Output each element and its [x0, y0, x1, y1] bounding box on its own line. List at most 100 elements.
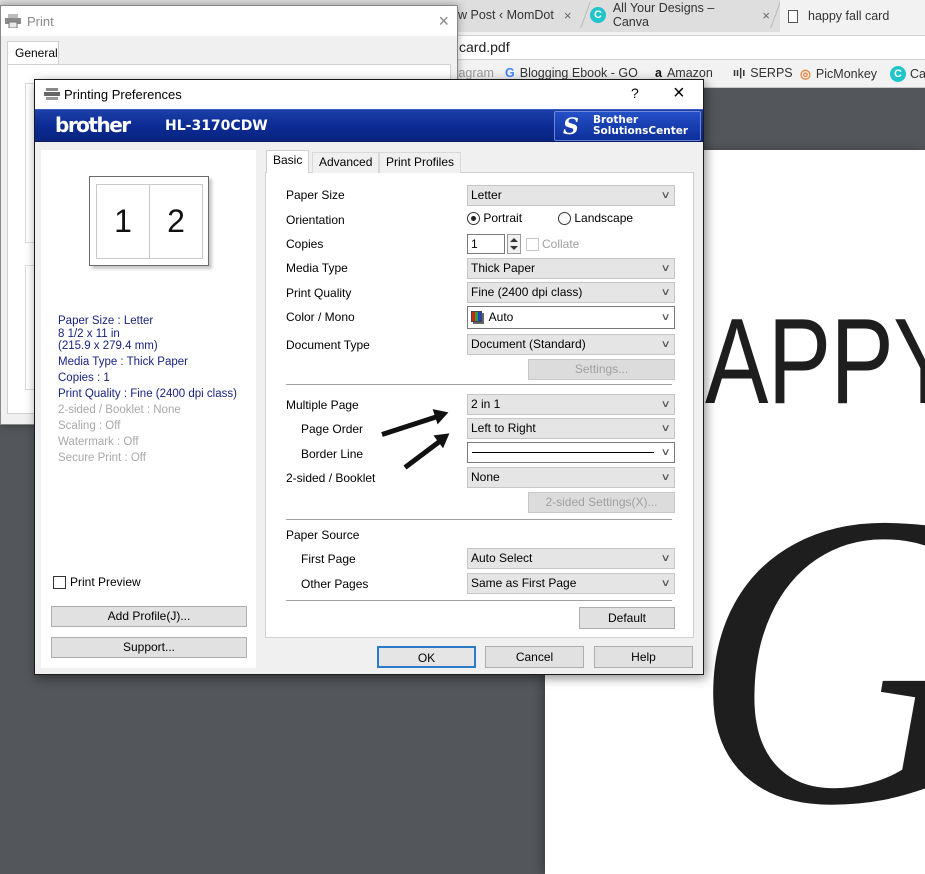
color-mono-label: Color / Mono [286, 310, 355, 324]
tab-label: All Your Designs – Canva [612, 1, 715, 29]
help-icon[interactable]: ? [631, 85, 639, 101]
paper-size-select[interactable]: Letter ∨ [467, 185, 675, 206]
summary-scaling: Scaling : Off [58, 420, 121, 432]
tab-basic[interactable]: Basic [266, 150, 310, 173]
preview-page-1: 1 [96, 184, 150, 259]
support-button[interactable]: Support... [51, 637, 247, 658]
address-input[interactable]: card.pdf [430, 35, 925, 60]
two-sided-value: None [471, 470, 500, 484]
chevron-down-icon: ∨ [660, 339, 671, 350]
browser-tab-momdot[interactable]: w Post ‹ MomDot × [458, 0, 578, 30]
print-preview-option[interactable]: Print Preview [53, 575, 141, 589]
tab-label: w Post ‹ MomDot [458, 8, 554, 22]
summary-watermark: Watermark : Off [58, 436, 139, 448]
close-icon[interactable]: × [673, 82, 685, 104]
paper-size-label: Paper Size [286, 188, 345, 202]
help-button[interactable]: Help [594, 646, 693, 668]
bookmark-label: Amazon [666, 66, 713, 80]
landscape-label: Landscape [574, 211, 634, 225]
close-icon[interactable]: × [762, 8, 770, 23]
other-pages-label: Other Pages [301, 577, 369, 591]
copies-input[interactable]: 1 [467, 234, 505, 254]
printer-model: HL-3170CDW [165, 118, 268, 134]
orientation-landscape-option[interactable]: Landscape [558, 211, 634, 226]
printer-icon [5, 14, 21, 28]
bookmark-serps[interactable]: ıı|ı SERPS [733, 66, 793, 80]
pdf-heading-text: APPY [705, 293, 925, 429]
page-order-select[interactable]: Left to Right ∨ [467, 418, 675, 439]
other-pages-select[interactable]: Same as First Page ∨ [467, 573, 675, 594]
page-layout-preview: 1 2 [89, 176, 209, 266]
bookmark-label: tagram [455, 66, 494, 80]
dialog-title: Printing Preferences [64, 87, 182, 102]
canva-icon: C [590, 7, 606, 23]
basic-tab-panel: Paper Size Letter ∨ Orientation Portrait… [265, 172, 694, 638]
brother-solutions-center-button[interactable]: S Brother SolutionsCenter [554, 111, 701, 141]
bookmark-picmonkey[interactable]: ◎ PicMonkey [800, 66, 877, 82]
settings-preview-panel: 1 2 Paper Size : Letter 8 1/2 x 11 in (2… [41, 150, 256, 668]
preview-page-2: 2 [149, 184, 203, 259]
add-profile-button[interactable]: Add Profile(J)... [51, 606, 247, 627]
chevron-down-icon: ∨ [660, 190, 671, 201]
two-sided-select[interactable]: None ∨ [467, 467, 675, 488]
border-line-select[interactable]: ∨ [467, 442, 675, 463]
document-type-select[interactable]: Document (Standard) ∨ [467, 334, 675, 355]
multiple-page-select[interactable]: 2 in 1 ∨ [467, 394, 675, 415]
chevron-down-icon: ∨ [660, 263, 671, 274]
other-pages-value: Same as First Page [471, 576, 577, 590]
chevron-down-icon: ∨ [660, 578, 671, 589]
prefs-titlebar: Printing Preferences ? × [35, 80, 703, 109]
bookmark-blogging-ebook[interactable]: G Blogging Ebook - GO [505, 66, 638, 80]
browser-tab-canva[interactable]: C All Your Designs – Canva × [590, 0, 770, 30]
default-button[interactable]: Default [579, 607, 675, 629]
copies-spinner[interactable] [507, 234, 521, 254]
media-type-label: Media Type [286, 261, 348, 275]
document-type-value: Document (Standard) [471, 337, 586, 351]
close-icon[interactable]: × [438, 11, 449, 32]
print-quality-value: Fine (2400 dpi class) [471, 285, 583, 299]
tab-label: happy fall card [808, 9, 890, 23]
divider [286, 384, 672, 385]
collate-label: Collate [542, 237, 580, 251]
tab-general[interactable]: General [7, 41, 59, 65]
summary-copies: Copies : 1 [58, 372, 110, 384]
solutions-center-icon: S [563, 114, 579, 140]
color-mono-select[interactable]: Auto ∨ [467, 306, 675, 329]
multiple-page-label: Multiple Page [286, 398, 359, 412]
chevron-down-icon: ∨ [660, 312, 671, 323]
first-page-select[interactable]: Auto Select ∨ [467, 548, 675, 569]
bookmark-amazon[interactable]: a Amazon [655, 66, 713, 80]
close-icon[interactable]: × [564, 8, 572, 23]
multiple-page-value: 2 in 1 [471, 397, 501, 411]
amazon-icon: a [655, 66, 662, 80]
paper-source-label: Paper Source [286, 528, 360, 542]
summary-two-sided: 2-sided / Booklet : None [58, 404, 181, 416]
spin-up-icon[interactable] [510, 238, 518, 242]
serps-icon: ıı|ı [733, 67, 746, 79]
print-dialog-title: Print [27, 13, 54, 29]
print-quality-select[interactable]: Fine (2400 dpi class) ∨ [467, 282, 675, 303]
bookmark-label: Ca [910, 67, 925, 81]
bookmark-canva[interactable]: C Ca [890, 66, 925, 82]
bookmark-instagram[interactable]: tagram [455, 66, 494, 80]
ok-button[interactable]: OK [377, 646, 476, 668]
page-order-label: Page Order [301, 422, 364, 436]
portrait-radio[interactable] [467, 212, 480, 226]
first-page-label: First Page [301, 552, 356, 566]
orientation-portrait-option[interactable]: Portrait [467, 211, 522, 226]
document-type-label: Document Type [286, 338, 370, 352]
landscape-radio[interactable] [558, 212, 571, 226]
chevron-down-icon: ∨ [660, 472, 671, 483]
browser-tab-happy-fall-card[interactable]: happy fall card [780, 0, 925, 32]
tab-advanced[interactable]: Advanced [312, 152, 380, 173]
cancel-button[interactable]: Cancel [485, 646, 584, 668]
page-order-value: Left to Right [471, 421, 536, 435]
brother-logo: brother [55, 113, 131, 137]
print-preview-checkbox[interactable] [53, 575, 66, 589]
media-type-select[interactable]: Thick Paper ∨ [467, 258, 675, 279]
spin-down-icon[interactable] [510, 246, 518, 250]
orientation-label: Orientation [286, 213, 345, 227]
color-mode-icon [471, 311, 482, 322]
color-mono-value: Auto [488, 310, 514, 324]
tab-print-profiles[interactable]: Print Profiles [379, 152, 462, 173]
